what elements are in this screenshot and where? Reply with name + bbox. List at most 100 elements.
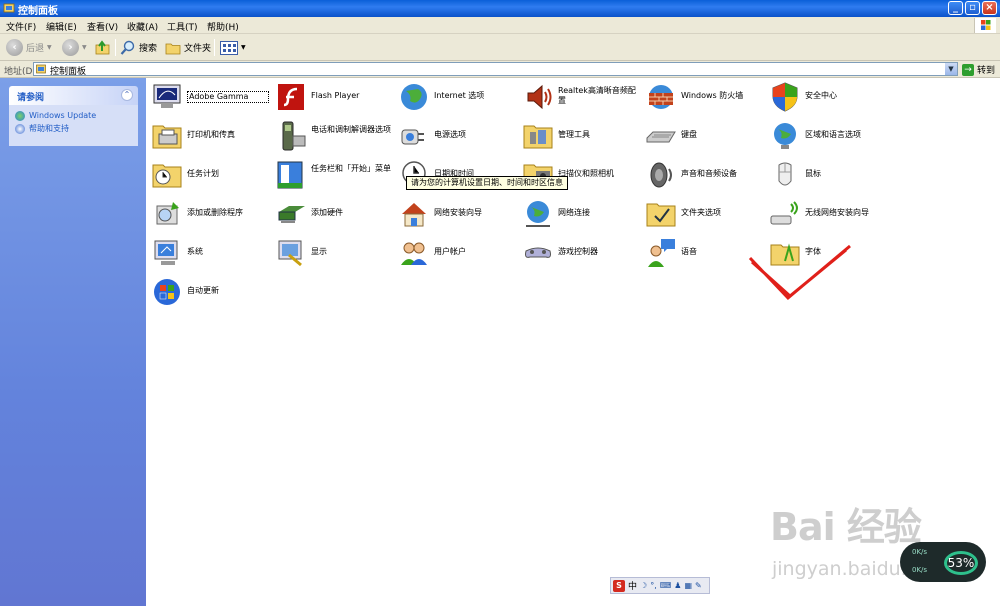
item-mouse[interactable]: 鼠标 bbox=[766, 157, 888, 193]
search-label: 搜索 bbox=[139, 44, 158, 54]
item-network-connections[interactable]: 网络连接 bbox=[519, 196, 641, 232]
download-speed: 0K/s bbox=[912, 566, 928, 574]
item-region-language[interactable]: 区域和语言选项 bbox=[766, 118, 888, 154]
scheduled-tasks-icon bbox=[152, 164, 182, 188]
link-label: 帮助和支持 bbox=[29, 124, 69, 133]
menu-file[interactable]: 文件(F) bbox=[6, 20, 36, 33]
item-label: 用户帐户 bbox=[434, 247, 466, 256]
address-label: 地址(D) bbox=[4, 67, 36, 77]
ime-toolbar[interactable]: S 中 ☽ °, ⌨ ♟ ▦ ✎ bbox=[610, 577, 710, 594]
hardware-icon bbox=[278, 206, 305, 223]
menu-bar: 文件(F) 编辑(E) 查看(V) 收藏(A) 工具(T) 帮助(H) bbox=[0, 17, 1000, 34]
item-windows-firewall[interactable]: Windows 防火墙 bbox=[642, 79, 764, 115]
punctuation-icon[interactable]: °, bbox=[650, 581, 657, 590]
keyboard-icon[interactable]: ⌨ bbox=[660, 581, 672, 590]
item-label: 网络安装向导 bbox=[434, 208, 482, 217]
item-sounds-audio[interactable]: 声音和音频设备 bbox=[642, 157, 764, 193]
menu-favorites[interactable]: 收藏(A) bbox=[127, 20, 158, 33]
close-button[interactable]: × bbox=[982, 1, 997, 15]
collapse-chevron-icon[interactable]: ⌃ bbox=[121, 89, 133, 101]
item-label: 游戏控制器 bbox=[558, 247, 598, 256]
forward-button[interactable]: › ▼ bbox=[62, 38, 87, 57]
item-label: Windows 防火墙 bbox=[681, 91, 744, 100]
item-label: 添加硬件 bbox=[311, 208, 343, 217]
item-power-options[interactable]: 电源选项 bbox=[395, 118, 517, 154]
item-automatic-updates[interactable]: 自动更新 bbox=[148, 274, 270, 310]
shield-icon bbox=[772, 82, 798, 112]
item-security-center[interactable]: 安全中心 bbox=[766, 79, 888, 115]
windows-logo bbox=[974, 18, 996, 33]
item-game-controllers[interactable]: 游戏控制器 bbox=[519, 235, 641, 271]
item-system[interactable]: 系统 bbox=[148, 235, 270, 271]
folders-button[interactable]: 文件夹 bbox=[165, 38, 211, 57]
minimize-button[interactable]: _ bbox=[948, 1, 963, 15]
menu-view[interactable]: 查看(V) bbox=[87, 20, 118, 33]
link-help-support[interactable]: 帮助和支持 bbox=[15, 122, 132, 135]
folder-check-icon bbox=[646, 203, 676, 227]
item-keyboard[interactable]: 键盘 bbox=[642, 118, 764, 154]
keyboard-icon bbox=[646, 131, 676, 143]
item-realtek-audio[interactable]: Realtek高清晰音频配置 bbox=[519, 79, 641, 115]
search-button[interactable]: 搜索 bbox=[120, 38, 157, 57]
item-printers-faxes[interactable]: 打印机和传真 bbox=[148, 118, 270, 154]
mouse-icon bbox=[778, 162, 792, 186]
globe-icon bbox=[401, 84, 427, 110]
search-icon bbox=[120, 40, 135, 55]
control-panel-icon bbox=[3, 3, 15, 13]
item-folder-options[interactable]: 文件夹选项 bbox=[642, 196, 764, 232]
back-label: 后退 bbox=[26, 44, 45, 54]
see-also-title: 请参阅 bbox=[17, 93, 45, 103]
back-arrow-icon: ‹ bbox=[6, 39, 23, 56]
item-label: 打印机和传真 bbox=[187, 130, 235, 139]
phone-icon bbox=[282, 121, 306, 151]
go-button[interactable]: → 转到 bbox=[962, 63, 995, 76]
item-taskbar-start[interactable]: 任务栏和「开始」菜单 bbox=[272, 157, 394, 193]
link-windows-update[interactable]: Windows Update bbox=[15, 109, 132, 122]
item-network-setup-wizard[interactable]: 网络安装向导 bbox=[395, 196, 517, 232]
maximize-button[interactable]: ▫ bbox=[965, 1, 980, 15]
wireless-icon bbox=[770, 201, 798, 225]
item-label: 自动更新 bbox=[187, 286, 219, 295]
baidu-watermark: Bai 经验 bbox=[770, 505, 922, 549]
taskbar-icon bbox=[277, 161, 303, 189]
power-plug-icon bbox=[401, 129, 424, 145]
item-user-accounts[interactable]: 用户帐户 bbox=[395, 235, 517, 271]
views-button[interactable]: ▼ bbox=[220, 38, 246, 57]
item-label: 电话和调制解调器选项 bbox=[311, 125, 391, 134]
wrench-icon[interactable]: ✎ bbox=[695, 581, 702, 590]
item-label: 任务计划 bbox=[187, 169, 219, 178]
up-folder-button[interactable] bbox=[95, 38, 111, 57]
item-flash-player[interactable]: Flash Player bbox=[272, 79, 394, 115]
title-bar: 控制面板 _ ▫ × bbox=[0, 0, 1000, 17]
menu-tools[interactable]: 工具(T) bbox=[167, 20, 198, 33]
flash-icon bbox=[278, 84, 304, 110]
speech-icon bbox=[648, 239, 675, 267]
folders-icon bbox=[165, 43, 181, 54]
moon-icon[interactable]: ☽ bbox=[640, 581, 647, 590]
item-adobe-gamma[interactable]: Adobe Gamma bbox=[148, 79, 270, 115]
item-display[interactable]: 显示 bbox=[272, 235, 394, 271]
item-admin-tools[interactable]: 管理工具 bbox=[519, 118, 641, 154]
item-add-hardware[interactable]: 添加硬件 bbox=[272, 196, 394, 232]
item-label: 系统 bbox=[187, 247, 203, 256]
item-label: 键盘 bbox=[681, 130, 697, 139]
item-label: 显示 bbox=[311, 247, 327, 256]
item-internet-options[interactable]: Internet 选项 bbox=[395, 79, 517, 115]
menu-edit[interactable]: 编辑(E) bbox=[46, 20, 77, 33]
address-input[interactable]: 控制面板 ▼ bbox=[33, 62, 958, 77]
address-dropdown-icon[interactable]: ▼ bbox=[945, 63, 957, 75]
item-phone-modem[interactable]: 电话和调制解调器选项 bbox=[272, 118, 394, 154]
sogou-icon: S bbox=[613, 579, 625, 592]
item-speech[interactable]: 语音 bbox=[642, 235, 764, 271]
item-add-remove-programs[interactable]: 添加或删除程序 bbox=[148, 196, 270, 232]
item-wireless-network-wizard[interactable]: 无线网络安装向导 bbox=[766, 196, 888, 232]
user-icon[interactable]: ♟ bbox=[674, 581, 681, 590]
item-scheduled-tasks[interactable]: 任务计划 bbox=[148, 157, 270, 193]
back-button[interactable]: ‹ 后退 ▼ bbox=[6, 38, 52, 57]
menu-grid-icon[interactable]: ▦ bbox=[684, 581, 692, 590]
menu-help[interactable]: 帮助(H) bbox=[207, 20, 239, 33]
item-label: 管理工具 bbox=[558, 130, 590, 139]
ime-mode[interactable]: 中 bbox=[628, 579, 637, 592]
see-also-panel: 请参阅 ⌃ Windows Update 帮助和支持 bbox=[9, 86, 138, 146]
see-also-header[interactable]: 请参阅 ⌃ bbox=[9, 86, 138, 105]
